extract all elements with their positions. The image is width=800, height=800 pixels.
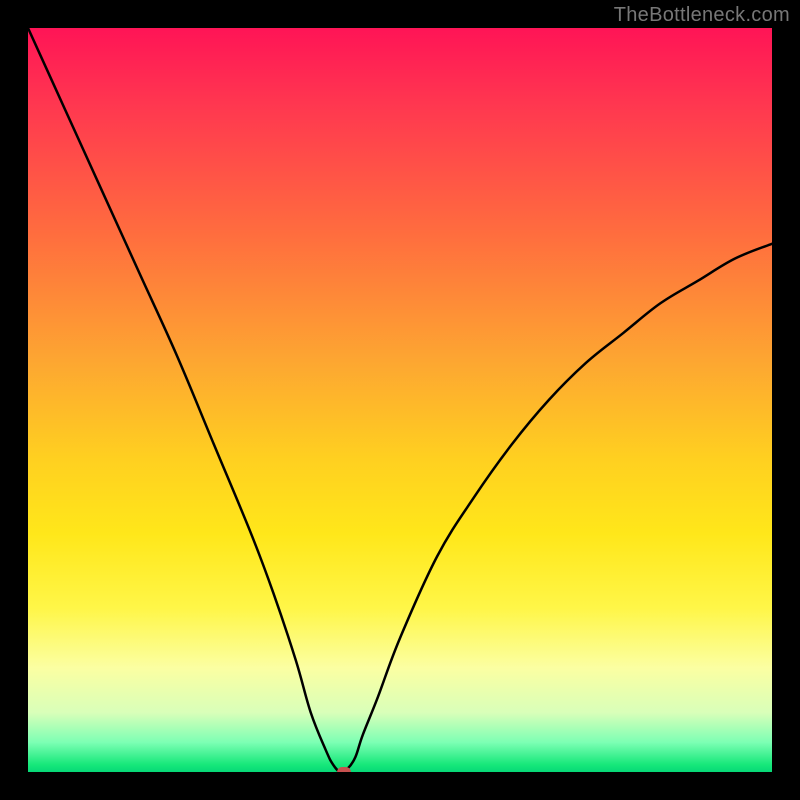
chart-frame: TheBottleneck.com (0, 0, 800, 800)
minimum-marker (337, 767, 351, 772)
watermark-text: TheBottleneck.com (614, 4, 790, 27)
bottleneck-curve-line (28, 28, 772, 772)
plot-area (28, 28, 772, 772)
curve-svg (28, 28, 772, 772)
